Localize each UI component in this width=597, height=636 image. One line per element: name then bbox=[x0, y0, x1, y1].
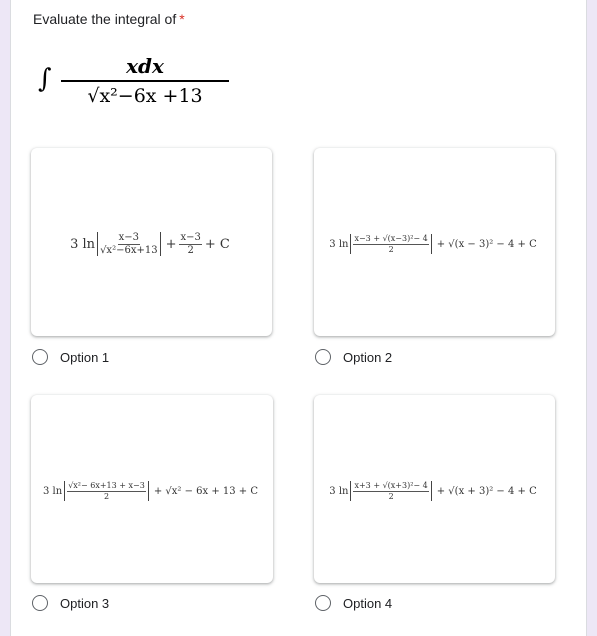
option-1-formula: 3 ln x−3 √x²−6x+13 + x−3 2 + C bbox=[70, 232, 230, 256]
required-asterisk: * bbox=[179, 11, 185, 27]
integral-sign: ∫ bbox=[38, 64, 52, 94]
radio-button-option-1[interactable] bbox=[32, 349, 48, 365]
integral-numerator: xdx bbox=[126, 54, 164, 78]
integral-fraction: xdx √x²−6x +13 bbox=[61, 52, 229, 110]
option-3-label[interactable]: Option 3 bbox=[60, 596, 109, 611]
option-1-image-card[interactable]: 3 ln x−3 √x²−6x+13 + x−3 2 + C bbox=[31, 148, 272, 336]
option-4-formula: 3 ln x+3 + √(x+3)²− 4 2 + √(x + 3)² − 4 … bbox=[329, 481, 537, 501]
option-3-image-card[interactable]: 3 ln √x²− 6x+13 + x−3 2 + √x² − 6x + 13 … bbox=[31, 395, 273, 583]
option-4-radio-row[interactable]: Option 4 bbox=[315, 595, 392, 611]
radio-button-option-2[interactable] bbox=[315, 349, 331, 365]
integral-denominator: √x²−6x +13 bbox=[87, 85, 203, 107]
absolute-value: x−3 √x²−6x+13 bbox=[97, 232, 161, 256]
option-3-radio-row[interactable]: Option 3 bbox=[32, 595, 109, 611]
radio-button-option-4[interactable] bbox=[315, 595, 331, 611]
absolute-value: x+3 + √(x+3)²− 4 2 bbox=[350, 481, 432, 501]
absolute-value: √x²− 6x+13 + x−3 2 bbox=[64, 481, 149, 501]
absolute-value: x−3 + √(x−3)²− 4 2 bbox=[350, 234, 432, 254]
option-3-formula: 3 ln √x²− 6x+13 + x−3 2 + √x² − 6x + 13 … bbox=[43, 481, 258, 501]
form-question-sheet: Evaluate the integral of * ∫ xdx √x²−6x +… bbox=[10, 0, 587, 636]
option-1-radio-row[interactable]: Option 1 bbox=[32, 349, 109, 365]
option-1-label[interactable]: Option 1 bbox=[60, 350, 109, 365]
question-title: Evaluate the integral of * bbox=[33, 11, 185, 27]
option-4-image-card[interactable]: 3 ln x+3 + √(x+3)²− 4 2 + √(x + 3)² − 4 … bbox=[314, 395, 555, 583]
option-4-label[interactable]: Option 4 bbox=[343, 596, 392, 611]
option-2-radio-row[interactable]: Option 2 bbox=[315, 349, 392, 365]
radio-button-option-3[interactable] bbox=[32, 595, 48, 611]
option-2-image-card[interactable]: 3 ln x−3 + √(x−3)²− 4 2 + √(x − 3)² − 4 … bbox=[314, 148, 555, 336]
option-2-label[interactable]: Option 2 bbox=[343, 350, 392, 365]
option-2-formula: 3 ln x−3 + √(x−3)²− 4 2 + √(x − 3)² − 4 … bbox=[329, 234, 537, 254]
